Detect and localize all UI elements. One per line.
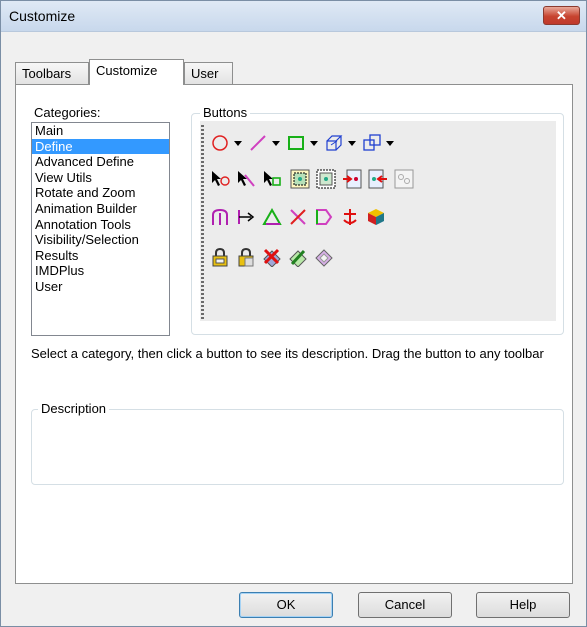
customize-dialog: Customize ✕ Toolbars Customize User Cate… [0,0,587,627]
list-item[interactable]: User [32,279,169,295]
grid-dotted-select-icon[interactable] [316,169,336,189]
list-item[interactable]: Define [32,138,169,155]
description-group: Description [31,401,564,485]
box-3d-icon[interactable] [324,133,344,153]
rectangle-icon[interactable] [286,133,306,153]
lock-icon[interactable] [210,247,230,267]
pencil-grid-icon[interactable] [288,247,308,267]
grid-remove-icon[interactable] [368,169,388,189]
list-item[interactable]: Animation Builder [32,201,169,217]
help-button[interactable]: Help [476,592,570,618]
ok-button[interactable]: OK [239,592,333,618]
list-item[interactable]: Main [32,123,169,139]
list-item[interactable]: Visibility/Selection [32,232,169,248]
close-button[interactable]: ✕ [543,6,580,25]
button-palette [200,121,556,321]
categories-list[interactable]: Main Define Advanced Define View Utils R… [31,122,170,336]
anchor-icon[interactable] [340,207,360,227]
cross-icon[interactable] [288,207,308,227]
toolbar-grip[interactable] [201,125,204,321]
circle-icon[interactable] [210,133,230,153]
eraser-grid-icon[interactable] [314,247,334,267]
title-bar[interactable]: Customize ✕ [1,1,586,32]
pillar-icon[interactable] [210,207,230,227]
list-item[interactable]: Results [32,248,169,264]
grid-add-icon[interactable] [342,169,362,189]
window-title: Customize [9,8,76,24]
line-icon[interactable] [248,133,268,153]
triangle-icon[interactable] [262,207,282,227]
list-item[interactable]: Advanced Define [32,154,169,170]
delete-grid-icon[interactable] [262,247,282,267]
cube-color-icon[interactable] [366,207,386,227]
chevron-down-icon[interactable] [272,135,280,151]
tab-customize[interactable]: Customize [89,59,184,85]
dimension-icon[interactable] [236,207,256,227]
flag-icon[interactable] [314,207,334,227]
buttons-group-title: Buttons [200,105,251,120]
categories-label: Categories: [34,105,101,120]
chevron-down-icon[interactable] [348,135,356,151]
chevron-down-icon[interactable] [310,135,318,151]
pick-line-icon[interactable] [236,169,256,189]
cancel-button[interactable]: Cancel [358,592,452,618]
list-item[interactable]: View Utils [32,170,169,186]
list-item[interactable]: IMDPlus [32,263,169,279]
grid-gray-icon[interactable] [394,169,414,189]
grid-select-icon[interactable] [290,169,310,189]
overlap-squares-icon[interactable] [362,133,382,153]
tab-user[interactable]: User [184,62,233,84]
list-item[interactable]: Rotate and Zoom [32,185,169,201]
pick-square-icon[interactable] [262,169,282,189]
pick-circle-icon[interactable] [210,169,230,189]
list-item[interactable]: Annotation Tools [32,217,169,233]
lock-grid-icon[interactable] [236,247,256,267]
instructions-text: Select a category, then click a button t… [31,346,544,361]
tab-toolbars[interactable]: Toolbars [15,62,89,84]
description-label: Description [38,401,110,416]
chevron-down-icon[interactable] [234,135,242,151]
chevron-down-icon[interactable] [386,135,394,151]
